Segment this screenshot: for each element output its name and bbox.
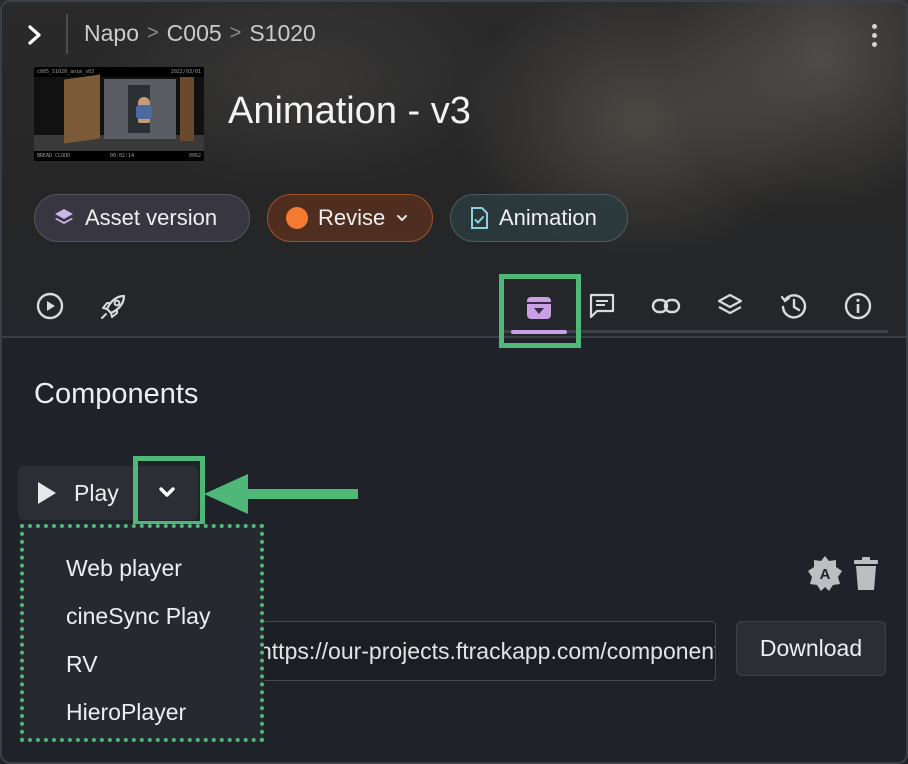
status-label: Revise bbox=[318, 205, 386, 230]
play-label: Play bbox=[74, 479, 119, 506]
page-title: Animation - v3 bbox=[228, 90, 471, 132]
download-button[interactable]: Download bbox=[736, 621, 886, 676]
thumbnail-logo-label: BREAD CLOUD bbox=[37, 153, 71, 159]
trash-icon[interactable] bbox=[852, 556, 880, 592]
history-icon bbox=[780, 294, 807, 319]
thumbnail-frame-label: 0062 bbox=[188, 153, 201, 159]
breadcrumb-item-shot[interactable]: S1020 bbox=[249, 20, 316, 47]
section-title: Components bbox=[34, 378, 199, 410]
task-type-label: Animation bbox=[499, 205, 597, 230]
breadcrumb: Napo > C005 > S1020 bbox=[84, 20, 316, 47]
rocket-icon bbox=[101, 294, 126, 319]
menu-item-rv[interactable]: RV bbox=[24, 640, 260, 688]
version-thumbnail[interactable]: c005_S1020_anim_v03 2022/03/01 BREAD CLO… bbox=[34, 67, 204, 161]
layers-icon bbox=[55, 209, 73, 224]
stack-icon bbox=[717, 293, 743, 315]
svg-text:A: A bbox=[820, 566, 831, 583]
component-url-value: https://our-projects.ftrackapp.com/compo… bbox=[262, 637, 716, 664]
info-icon bbox=[844, 292, 872, 320]
collapse-panel-button[interactable] bbox=[18, 18, 52, 52]
tab-versions[interactable] bbox=[712, 288, 748, 324]
launch-button[interactable] bbox=[96, 288, 132, 324]
document-check-icon bbox=[471, 207, 488, 229]
thumbnail-date-label: 2022/03/01 bbox=[170, 69, 201, 75]
divider bbox=[66, 14, 68, 54]
more-options-button[interactable] bbox=[862, 20, 886, 50]
tab-notes[interactable] bbox=[584, 288, 620, 324]
pointer-arrow-shaft bbox=[238, 489, 358, 499]
task-type-chip[interactable]: Animation bbox=[450, 194, 628, 242]
breadcrumb-item-project[interactable]: Napo bbox=[84, 20, 139, 47]
component-url-field[interactable]: https://our-projects.ftrackapp.com/compo… bbox=[262, 621, 716, 681]
menu-item-hieroplayer[interactable]: HieroPlayer bbox=[24, 688, 260, 736]
thumbnail-shot-label: c005_S1020_anim_v03 bbox=[37, 69, 95, 75]
menu-item-cinesync-play[interactable]: cineSync Play bbox=[24, 592, 260, 640]
tab-info[interactable] bbox=[840, 288, 876, 324]
tab-history[interactable] bbox=[776, 288, 812, 324]
chat-icon bbox=[589, 293, 615, 319]
status-dot-icon bbox=[286, 207, 308, 229]
header-background bbox=[0, 0, 908, 338]
kebab-menu-icon bbox=[871, 23, 877, 29]
chevron-down-icon bbox=[397, 215, 408, 222]
menu-item-web-player[interactable]: Web player bbox=[24, 544, 260, 592]
active-tab-indicator bbox=[511, 330, 567, 334]
tab-links[interactable] bbox=[648, 288, 684, 324]
chevron-right-icon bbox=[28, 25, 41, 45]
auto-icon[interactable]: A bbox=[806, 554, 844, 594]
archive-download-icon bbox=[527, 297, 551, 319]
play-button[interactable]: Play bbox=[18, 466, 136, 520]
breadcrumb-separator: > bbox=[229, 22, 242, 44]
chevron-down-icon bbox=[159, 487, 175, 497]
asset-version-label: Asset version bbox=[85, 205, 218, 230]
player-dropdown-button[interactable] bbox=[136, 466, 198, 520]
link-icon bbox=[651, 298, 681, 314]
thumbnail-timecode-label: 00:02:14 bbox=[110, 153, 135, 159]
play-circle-button[interactable] bbox=[32, 288, 68, 324]
player-menu: Web player cineSync Play RV HieroPlayer bbox=[20, 524, 264, 742]
status-dropdown[interactable]: Revise bbox=[267, 194, 433, 242]
tab-components[interactable] bbox=[521, 290, 557, 326]
breadcrumb-item-sequence[interactable]: C005 bbox=[167, 20, 222, 47]
asset-version-chip[interactable]: Asset version bbox=[34, 194, 250, 242]
breadcrumb-separator: > bbox=[146, 22, 159, 44]
play-icon bbox=[38, 482, 56, 504]
play-circle-icon bbox=[36, 292, 64, 320]
